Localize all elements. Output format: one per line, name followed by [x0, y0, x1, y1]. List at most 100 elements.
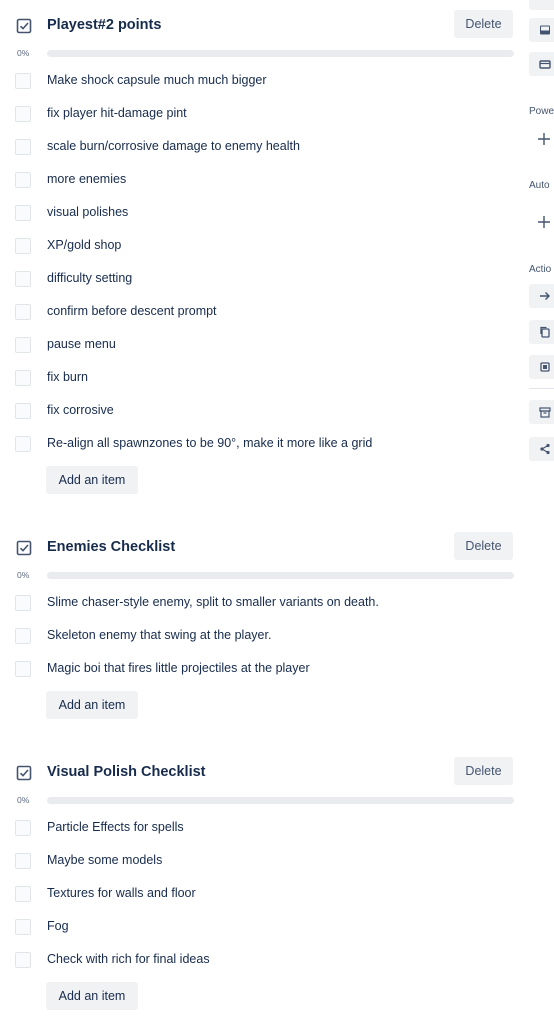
item-checkbox[interactable] — [15, 139, 31, 155]
item-checkbox[interactable] — [15, 595, 31, 611]
checklist-item[interactable]: fix burn — [0, 362, 522, 395]
item-checkbox[interactable] — [15, 628, 31, 644]
item-checkbox[interactable] — [15, 106, 31, 122]
checklist-item[interactable]: visual polishes — [0, 197, 522, 230]
item-checkbox[interactable] — [15, 919, 31, 935]
cover-button[interactable] — [529, 18, 554, 42]
item-checkbox[interactable] — [15, 820, 31, 836]
checklist-title[interactable]: Playest#2 points — [47, 17, 161, 33]
item-text[interactable]: pause menu — [47, 337, 116, 351]
item-text[interactable]: difficulty setting — [47, 271, 132, 285]
progress-row: 0% — [0, 793, 522, 807]
attachment-button[interactable] — [529, 52, 554, 76]
item-text[interactable]: Slime chaser-style enemy, split to small… — [47, 595, 379, 609]
checklist-items: Particle Effects for spells Maybe some m… — [0, 812, 522, 977]
card-sidebar: Powe Auto Actio — [528, 0, 554, 1024]
item-text[interactable]: visual polishes — [47, 205, 128, 219]
actions-label: Actio — [529, 264, 552, 275]
checklist-item[interactable]: XP/gold shop — [0, 230, 522, 263]
item-text[interactable]: Particle Effects for spells — [47, 820, 184, 834]
checklist-item[interactable]: Particle Effects for spells — [0, 812, 522, 845]
item-checkbox[interactable] — [15, 205, 31, 221]
item-checkbox[interactable] — [15, 661, 31, 677]
checklist-enemies: Enemies Checklist Delete 0% Slime chaser… — [0, 532, 522, 722]
checklist-item[interactable]: more enemies — [0, 164, 522, 197]
checklist-item[interactable]: Slime chaser-style enemy, split to small… — [0, 587, 522, 620]
item-checkbox[interactable] — [15, 853, 31, 869]
item-checkbox[interactable] — [15, 403, 31, 419]
share-icon — [540, 443, 550, 455]
move-icon — [540, 292, 550, 300]
sidebar-button-top[interactable] — [529, 0, 554, 10]
progress-row: 0% — [0, 568, 522, 582]
item-text[interactable]: Check with rich for final ideas — [47, 952, 210, 966]
add-item-button[interactable]: Add an item — [46, 982, 138, 1010]
item-text[interactable]: Magic boi that fires little projectiles … — [47, 661, 310, 675]
item-text[interactable]: fix burn — [47, 370, 88, 384]
checklist-item[interactable]: pause menu — [0, 329, 522, 362]
checklist-item[interactable]: Fog — [0, 911, 522, 944]
checklist-item[interactable]: confirm before descent prompt — [0, 296, 522, 329]
checklist-title[interactable]: Visual Polish Checklist — [47, 764, 206, 780]
delete-checklist-button[interactable]: Delete — [454, 757, 513, 785]
item-text[interactable]: Re-align all spawnzones to be 90°, make … — [47, 436, 372, 450]
checklist-visual-polish: Visual Polish Checklist Delete 0% Partic… — [0, 757, 522, 1017]
item-text[interactable]: Textures for walls and floor — [47, 886, 196, 900]
add-item-button[interactable]: Add an item — [46, 466, 138, 494]
item-text[interactable]: Fog — [47, 919, 69, 933]
item-checkbox[interactable] — [15, 370, 31, 386]
item-text[interactable]: fix corrosive — [47, 403, 114, 417]
checklist-items: Make shock capsule much much bigger fix … — [0, 65, 522, 461]
item-text[interactable]: more enemies — [47, 172, 126, 186]
copy-button[interactable] — [529, 320, 554, 344]
progress-bar — [47, 572, 514, 579]
checklist-icon — [16, 540, 32, 556]
checklist-icon — [16, 765, 32, 781]
cover-icon — [540, 25, 550, 35]
item-text[interactable]: scale burn/corrosive damage to enemy hea… — [47, 139, 300, 153]
checklist-item[interactable]: Check with rich for final ideas — [0, 944, 522, 977]
item-checkbox[interactable] — [15, 238, 31, 254]
delete-checklist-button[interactable]: Delete — [454, 532, 513, 560]
item-text[interactable]: Make shock capsule much much bigger — [47, 73, 267, 87]
add-item-button[interactable]: Add an item — [46, 691, 138, 719]
template-button[interactable] — [529, 355, 554, 379]
checklist-item[interactable]: scale burn/corrosive damage to enemy hea… — [0, 131, 522, 164]
checklist-item[interactable]: Magic boi that fires little projectiles … — [0, 653, 522, 686]
checklist-item[interactable]: fix player hit-damage pint — [0, 98, 522, 131]
power-ups-label: Powe — [529, 106, 554, 117]
item-checkbox[interactable] — [15, 271, 31, 287]
checklist-title[interactable]: Enemies Checklist — [47, 539, 175, 555]
checklist-item[interactable]: Maybe some models — [0, 845, 522, 878]
checklist-header: Playest#2 points Delete — [0, 10, 522, 42]
item-checkbox[interactable] — [15, 886, 31, 902]
checklist-item[interactable]: Skeleton enemy that swing at the player. — [0, 620, 522, 653]
item-checkbox[interactable] — [15, 952, 31, 968]
checklist-items: Slime chaser-style enemy, split to small… — [0, 587, 522, 686]
checklist-header: Enemies Checklist Delete — [0, 532, 522, 564]
item-checkbox[interactable] — [15, 73, 31, 89]
checklist-item[interactable]: fix corrosive — [0, 395, 522, 428]
item-checkbox[interactable] — [15, 172, 31, 188]
add-automation-icon[interactable] — [537, 215, 551, 229]
move-button[interactable] — [529, 284, 554, 308]
share-button[interactable] — [529, 437, 554, 461]
item-text[interactable]: confirm before descent prompt — [47, 304, 217, 318]
attachment-icon — [539, 60, 551, 69]
archive-button[interactable] — [529, 400, 554, 424]
add-power-up-icon[interactable] — [537, 132, 551, 146]
item-text[interactable]: Maybe some models — [47, 853, 162, 867]
item-checkbox[interactable] — [15, 337, 31, 353]
item-text[interactable]: Skeleton enemy that swing at the player. — [47, 628, 271, 642]
checklist-item[interactable]: Re-align all spawnzones to be 90°, make … — [0, 428, 522, 461]
checklist-item[interactable]: Textures for walls and floor — [0, 878, 522, 911]
item-checkbox[interactable] — [15, 304, 31, 320]
checklist-item[interactable]: difficulty setting — [0, 263, 522, 296]
item-checkbox[interactable] — [15, 436, 31, 452]
checklist-item[interactable]: Make shock capsule much much bigger — [0, 65, 522, 98]
progress-bar — [47, 797, 514, 804]
template-icon — [540, 362, 550, 372]
delete-checklist-button[interactable]: Delete — [454, 10, 513, 38]
item-text[interactable]: XP/gold shop — [47, 238, 121, 252]
item-text[interactable]: fix player hit-damage pint — [47, 106, 187, 120]
